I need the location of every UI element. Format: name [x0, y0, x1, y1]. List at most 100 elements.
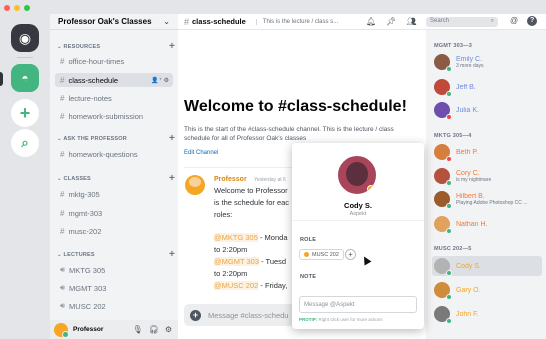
close-window-button[interactable]	[4, 5, 10, 11]
category-classes[interactable]: ⌄ CLASSES +	[57, 174, 175, 184]
gear-icon[interactable]: ⚙	[165, 325, 172, 334]
text-channel-icon: #	[60, 189, 65, 199]
avatar	[434, 144, 452, 162]
welcome-title: Welcome to #class-schedule!	[184, 98, 407, 115]
text-channel-icon: #	[60, 149, 65, 159]
channel-mgmt-303[interactable]: # mgmt-303	[55, 206, 173, 220]
text-channel-icon: #	[60, 226, 65, 236]
speaker-icon: 🔊︎	[60, 283, 66, 292]
avatar[interactable]	[54, 322, 69, 338]
text-channel-icon: #	[60, 93, 65, 103]
channel-class-schedule[interactable]: # class-schedule 👤⁺ ⚙	[55, 73, 173, 87]
search-input[interactable]: Search ⌕	[426, 17, 498, 27]
channel-musc-202[interactable]: # musc-202	[55, 224, 173, 238]
help-icon[interactable]: ?	[527, 16, 538, 26]
server-header[interactable]: Professor Oak's Classes ⌄	[50, 14, 178, 30]
message-line: is the schedule for eac	[214, 198, 290, 207]
channel-homework-questions[interactable]: # homework-questions	[55, 147, 173, 161]
role-name: MUSC 202	[312, 251, 339, 258]
status-icon	[446, 91, 452, 97]
direct-message-input[interactable]: Message @Aspekt	[299, 296, 417, 313]
role-mention[interactable]: @MKTG 305	[214, 233, 258, 242]
member-item[interactable]: Cody S.	[432, 256, 542, 276]
bell-icon[interactable]: 🔔︎	[366, 17, 376, 26]
channel-settings-icons[interactable]: 👤⁺ ⚙	[151, 77, 169, 84]
member-item[interactable]: Beth P.	[432, 142, 542, 162]
channel-label: homework-submission	[68, 111, 144, 121]
members-icon[interactable]: 👥︎	[406, 17, 416, 26]
search-icon: ⌕	[490, 18, 494, 24]
text-channel-icon: #	[60, 75, 65, 85]
add-server-button[interactable]: +	[11, 99, 39, 127]
plus-icon[interactable]: +	[169, 250, 175, 260]
pin-icon[interactable]: 📌︎	[386, 17, 396, 26]
channel-office-hour-times[interactable]: # office-hour-times	[55, 54, 173, 68]
plus-icon: +	[19, 102, 31, 123]
channel-label: mktg-305	[68, 189, 100, 199]
headphones-icon[interactable]: 🎧︎	[149, 325, 159, 334]
message-timestamp: Yesterday at 6	[254, 177, 286, 183]
category-label: ⌄ LECTURES	[57, 252, 95, 258]
avatar[interactable]	[185, 175, 205, 195]
profile-tag: Aspekt	[349, 211, 367, 217]
category-label: ⌄ ASK THE PROFESSOR	[57, 136, 127, 142]
speaker-icon: 🔊︎	[60, 301, 66, 310]
dm-placeholder: Message @Aspekt	[304, 301, 355, 308]
minimize-window-button[interactable]	[14, 5, 20, 11]
category-ask-the-professor[interactable]: ⌄ ASK THE PROFESSOR +	[57, 134, 175, 144]
avatar	[434, 306, 452, 324]
status-icon	[446, 180, 452, 186]
channel-mktg-305[interactable]: # mktg-305	[55, 187, 173, 201]
status-icon	[446, 228, 452, 234]
message-line: Welcome to Professor	[214, 186, 288, 195]
channel-label: mgmt-303	[68, 208, 103, 218]
upload-plus-icon[interactable]: +	[190, 309, 201, 321]
explore-servers-button[interactable]: ⌕	[11, 129, 39, 157]
server-icon-professor-oak[interactable]: ◓	[11, 64, 39, 92]
member-item[interactable]: Cory C. is my nightmare	[432, 166, 542, 186]
member-item[interactable]: Julia K.	[432, 100, 542, 120]
edit-channel-link[interactable]: Edit Channel	[184, 150, 218, 156]
plus-icon[interactable]: +	[169, 42, 175, 52]
member-item[interactable]: Gary O.	[432, 280, 542, 300]
role-mention[interactable]: @MUSC 202	[214, 281, 259, 290]
message-author[interactable]: Professor	[214, 176, 247, 183]
voice-channel-mktg-305[interactable]: 🔊︎ MKTG 305	[55, 263, 173, 277]
category-lectures[interactable]: ⌄ LECTURES +	[57, 250, 175, 260]
category-resources[interactable]: ⌄ RESOURCES +	[57, 42, 175, 52]
mentions-icon[interactable]: @	[510, 16, 518, 26]
server-rail: ◉ ◓ + ⌕	[0, 14, 50, 339]
popout-header: Cody S. Aspekt	[292, 143, 424, 221]
avatar[interactable]	[335, 153, 379, 197]
channel-header: # class-schedule This is the lecture / c…	[178, 14, 546, 30]
member-text: Beth P.	[456, 149, 478, 156]
member-text: Hilbert B. Playing Adobe Photoshop CC ...	[456, 193, 527, 206]
channel-label: MKTG 305	[69, 265, 106, 275]
role-chip[interactable]: MUSC 202	[299, 249, 344, 260]
channel-topic[interactable]: This is the lecture / class s...	[255, 18, 338, 25]
mute-microphone-icon[interactable]: 🎙︎	[133, 325, 143, 334]
idle-status-icon	[367, 185, 375, 193]
member-item[interactable]: Hilbert B. Playing Adobe Photoshop CC ...	[432, 189, 542, 209]
member-text: Gary O.	[456, 287, 481, 294]
role-mention[interactable]: @MGMT 303	[214, 257, 259, 266]
maximize-window-button[interactable]	[24, 5, 30, 11]
plus-icon[interactable]: +	[169, 134, 175, 144]
channel-label: musc-202	[68, 226, 102, 236]
add-role-button[interactable]: +	[345, 249, 356, 260]
server-name: Professor Oak's Classes	[58, 17, 152, 26]
member-activity: Playing Adobe Photoshop CC ...	[456, 199, 528, 206]
avatar	[434, 79, 452, 97]
voice-channel-mgmt-303[interactable]: 🔊︎ MGMT 303	[55, 281, 173, 295]
plus-icon[interactable]: +	[169, 174, 175, 184]
voice-channel-musc-202[interactable]: 🔊︎ MUSC 202	[55, 299, 173, 313]
member-text: Julia K.	[456, 107, 479, 114]
member-item[interactable]: Nathan H.	[432, 214, 542, 234]
member-item[interactable]: John F.	[432, 304, 542, 324]
member-item[interactable]: Emily C. 3 more days	[432, 52, 542, 72]
home-button[interactable]: ◉	[11, 24, 39, 52]
channel-homework-submission[interactable]: # homework-submission	[55, 109, 173, 123]
discord-logo-icon: ◉	[18, 29, 32, 46]
member-item[interactable]: Jeff B.	[432, 77, 542, 97]
channel-lecture-notes[interactable]: # lecture-notes	[55, 91, 173, 105]
